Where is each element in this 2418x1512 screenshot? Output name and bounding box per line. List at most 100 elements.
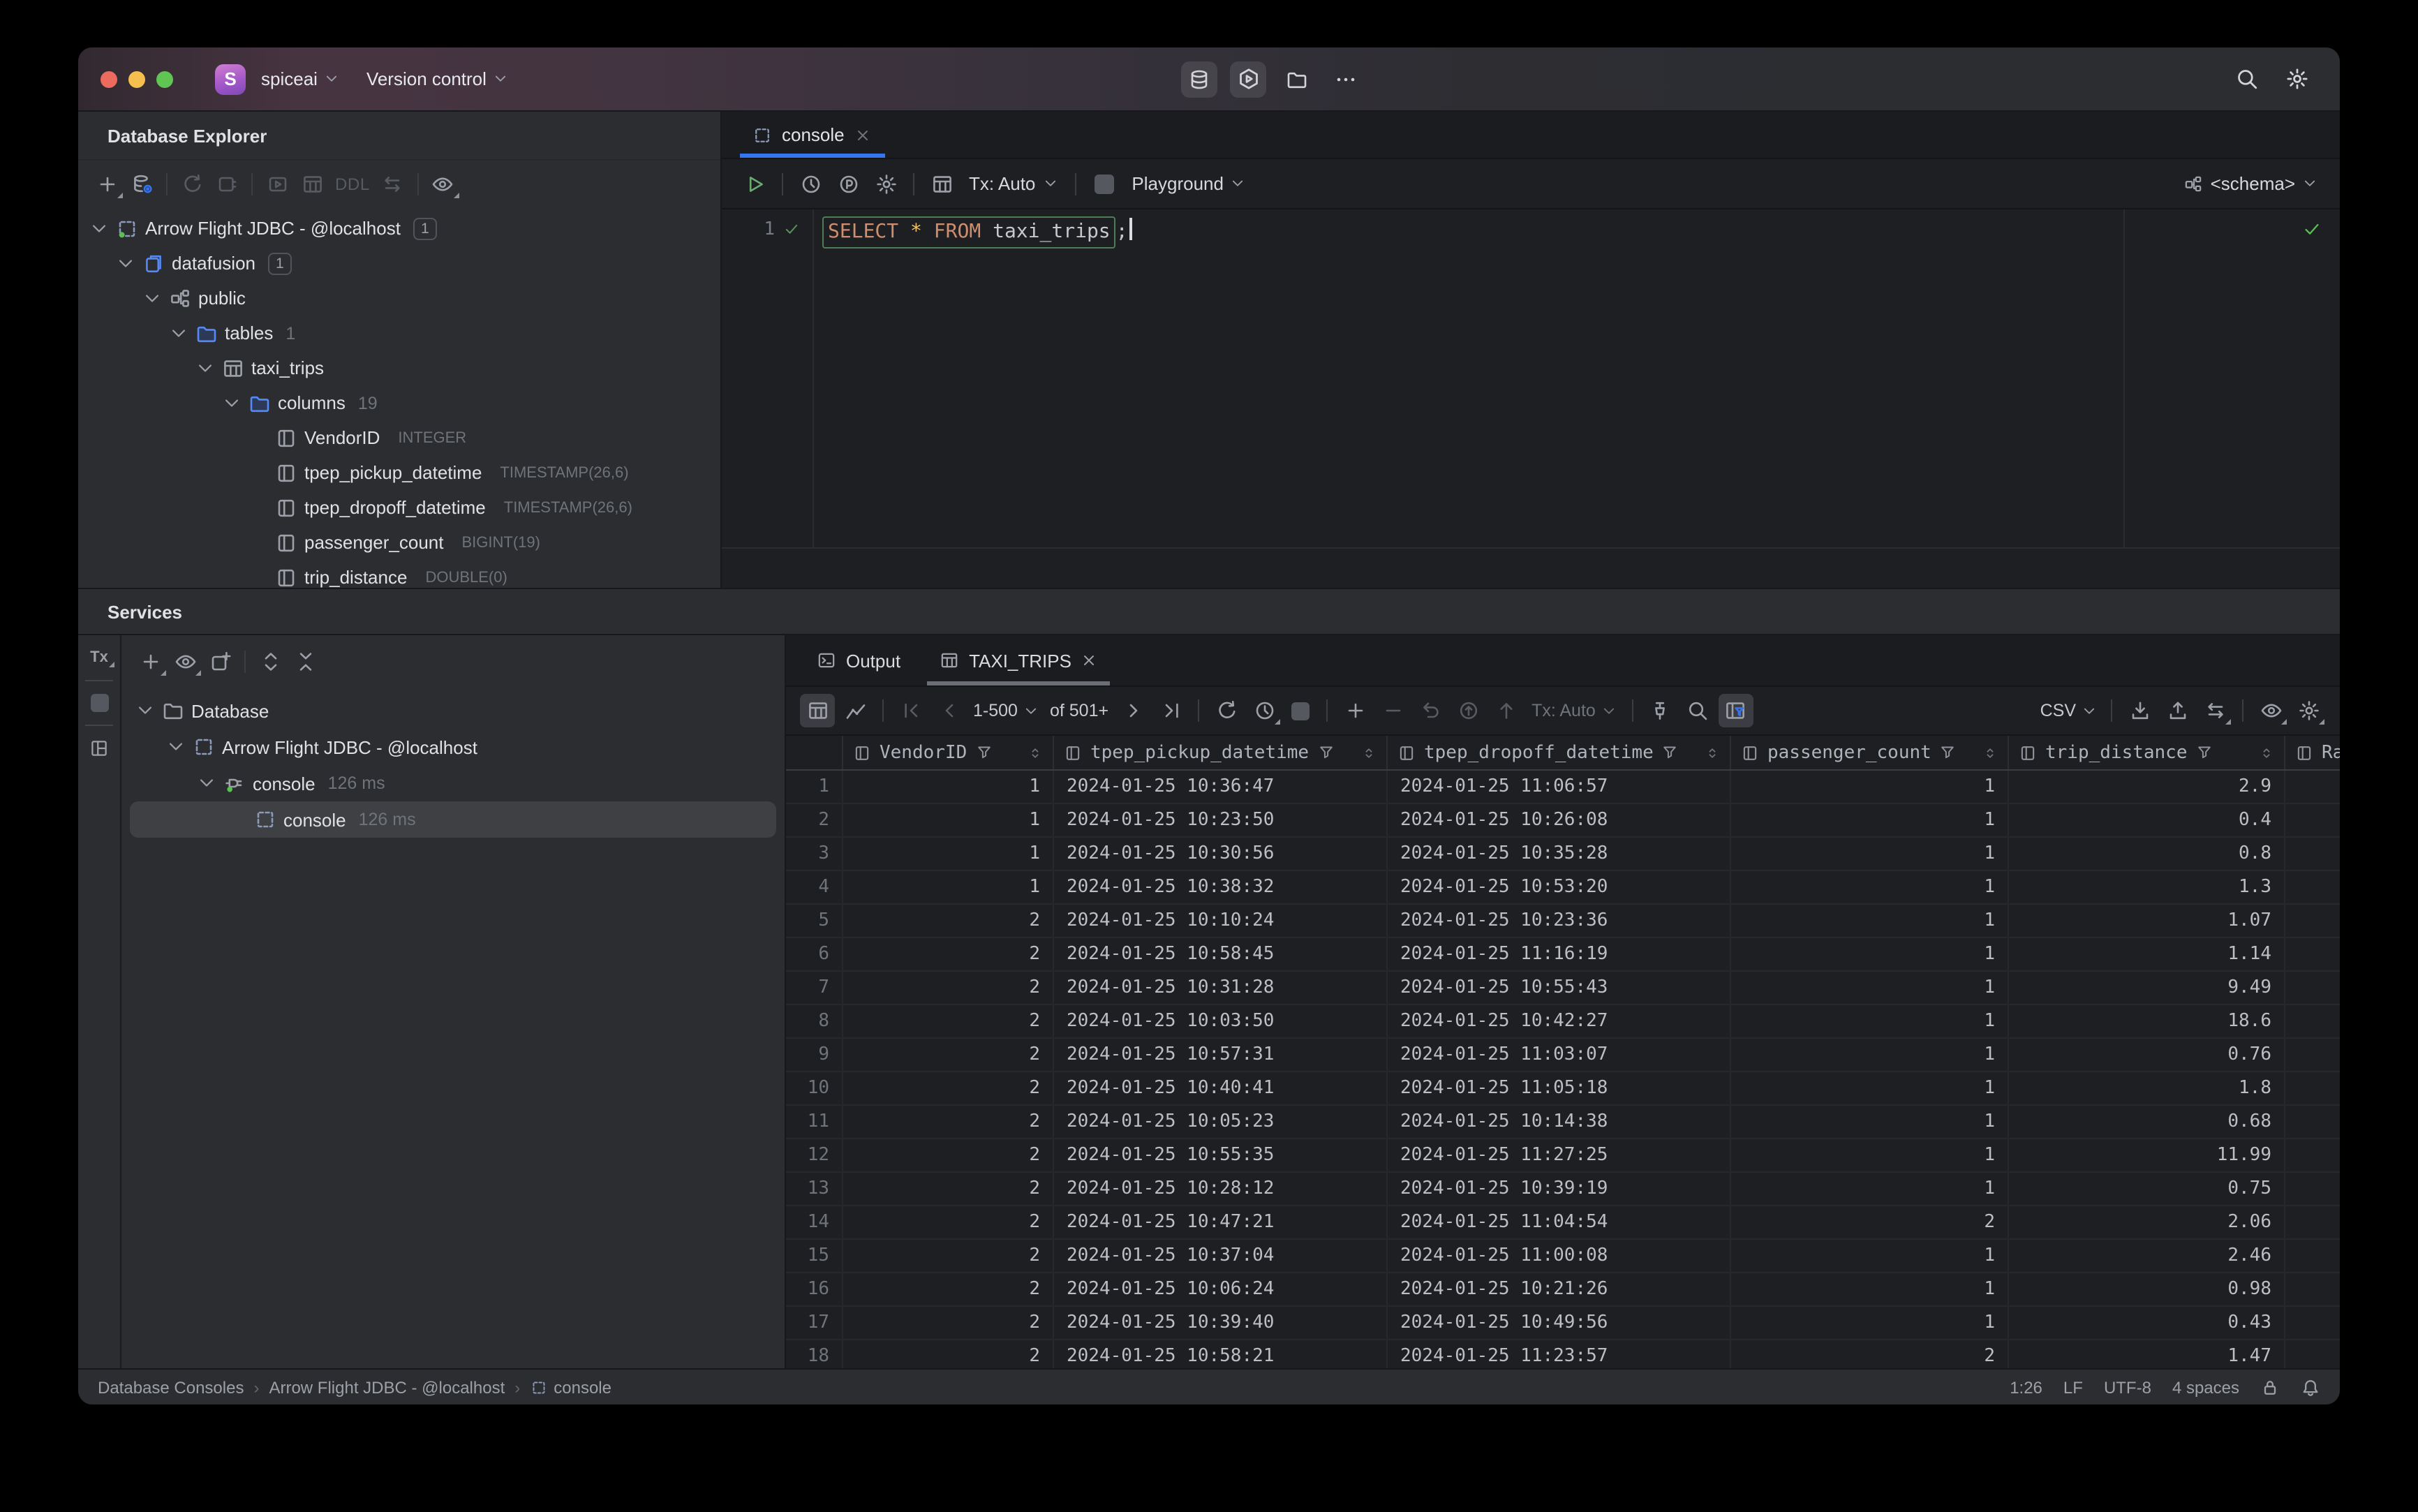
query-history-button[interactable]	[793, 167, 828, 200]
cell-passenger_count[interactable]: 1	[1731, 804, 2009, 836]
column-header-trip_distance[interactable]: trip_distance	[2009, 736, 2285, 769]
cell-tpep_dropoff_datetime[interactable]: 2024-01-25 10:35:28	[1388, 838, 1731, 870]
cell-trip_distance[interactable]: 0.8	[2009, 838, 2285, 870]
breadcrumb-database-consoles[interactable]: Database Consoles	[98, 1377, 244, 1397]
revert-button[interactable]	[1413, 694, 1448, 727]
services-tree-item[interactable]: Database	[130, 692, 776, 729]
cell-trip_distance[interactable]: 1.3	[2009, 871, 2285, 903]
cell-tpep_pickup_datetime[interactable]: 2024-01-25 10:10:24	[1054, 905, 1388, 937]
view-options-button[interactable]	[168, 645, 202, 679]
table-row[interactable]: 15 2 2024-01-25 10:37:04 2024-01-25 11:00:0…	[786, 1240, 2340, 1273]
db-tree-item[interactable]: tpep_dropoff_datetime TIMESTAMP(26,6)	[78, 490, 720, 525]
cell-Rate[interactable]	[2285, 1072, 2340, 1104]
cell-VendorID[interactable]: 2	[843, 1106, 1054, 1138]
compare-data-button[interactable]	[2197, 694, 2232, 727]
breadcrumb-datasource[interactable]: Arrow Flight JDBC - @localhost	[269, 1377, 505, 1397]
cell-tpep_dropoff_datetime[interactable]: 2024-01-25 10:55:43	[1388, 972, 1731, 1004]
table-row[interactable]: 8 2 2024-01-25 10:03:50 2024-01-25 10:42:27…	[786, 1005, 2340, 1039]
add-datasource-button[interactable]	[89, 167, 124, 200]
editor-content[interactable]: 1 SELECT * FROM taxi_trips;	[722, 209, 2340, 588]
cell-tpep_dropoff_datetime[interactable]: 2024-01-25 10:21:26	[1388, 1273, 1731, 1305]
table-row[interactable]: 12 2 2024-01-25 10:55:35 2024-01-25 11:27:2…	[786, 1139, 2340, 1173]
table-row[interactable]: 6 2 2024-01-25 10:58:45 2024-01-25 11:16:19…	[786, 938, 2340, 972]
cell-tpep_pickup_datetime[interactable]: 2024-01-25 10:58:21	[1054, 1340, 1388, 1368]
filter-icon[interactable]	[1940, 744, 1957, 761]
table-row[interactable]: 3 1 2024-01-25 10:30:56 2024-01-25 10:35:28…	[786, 838, 2340, 871]
cell-VendorID[interactable]: 2	[843, 938, 1054, 970]
table-row[interactable]: 11 2 2024-01-25 10:05:23 2024-01-25 10:14:3…	[786, 1106, 2340, 1139]
table-row[interactable]: 16 2 2024-01-25 10:06:24 2024-01-25 10:21:2…	[786, 1273, 2340, 1307]
view-options-button[interactable]	[426, 167, 461, 200]
table-row[interactable]: 10 2 2024-01-25 10:40:41 2024-01-25 11:05:1…	[786, 1072, 2340, 1106]
cell-VendorID[interactable]: 1	[843, 804, 1054, 836]
cell-Rate[interactable]	[2285, 871, 2340, 903]
last-page-button[interactable]	[1153, 694, 1188, 727]
table-row[interactable]: 13 2 2024-01-25 10:28:12 2024-01-25 10:39:1…	[786, 1173, 2340, 1206]
cell-trip_distance[interactable]: 9.49	[2009, 972, 2285, 1004]
refresh-button[interactable]	[175, 167, 209, 200]
run-script-button[interactable]	[260, 167, 295, 200]
table-row[interactable]: 4 1 2024-01-25 10:38:32 2024-01-25 10:53:20…	[786, 871, 2340, 905]
open-in-new-tab-button[interactable]	[202, 645, 237, 679]
cell-passenger_count[interactable]: 1	[1731, 1039, 2009, 1071]
cell-tpep_dropoff_datetime[interactable]: 2024-01-25 11:16:19	[1388, 938, 1731, 970]
session-selector[interactable]: Playground	[1132, 173, 1246, 194]
jump-to-console-button[interactable]	[209, 167, 244, 200]
collapse-all-button[interactable]	[288, 645, 322, 679]
sort-icon[interactable]	[1982, 745, 1998, 760]
inspection-ok-icon[interactable]	[2302, 219, 2322, 239]
cell-VendorID[interactable]: 2	[843, 1307, 1054, 1339]
delete-row-button[interactable]	[1375, 694, 1410, 727]
tab-console[interactable]: console	[740, 112, 885, 158]
cell-passenger_count[interactable]: 1	[1731, 972, 2009, 1004]
cell-tpep_pickup_datetime[interactable]: 2024-01-25 10:55:35	[1054, 1139, 1388, 1171]
filter-panel-toggle[interactable]	[1718, 694, 1753, 727]
close-window-button[interactable]	[101, 71, 117, 87]
cell-passenger_count[interactable]: 2	[1731, 1340, 2009, 1368]
cell-tpep_dropoff_datetime[interactable]: 2024-01-25 11:03:07	[1388, 1039, 1731, 1071]
sort-icon[interactable]	[1028, 745, 1043, 760]
cell-trip_distance[interactable]: 1.8	[2009, 1072, 2285, 1104]
cell-Rate[interactable]	[2285, 771, 2340, 803]
cell-trip_distance[interactable]: 0.98	[2009, 1273, 2285, 1305]
chevron-down-icon[interactable]	[166, 737, 186, 757]
cell-VendorID[interactable]: 2	[843, 1072, 1054, 1104]
cell-tpep_pickup_datetime[interactable]: 2024-01-25 10:47:21	[1054, 1206, 1388, 1238]
indent-setting[interactable]: 4 spaces	[2172, 1377, 2239, 1397]
cell-tpep_pickup_datetime[interactable]: 2024-01-25 10:37:04	[1054, 1240, 1388, 1272]
close-tab-icon[interactable]	[854, 126, 871, 143]
db-tree-item[interactable]: tpep_pickup_datetime TIMESTAMP(26,6)	[78, 455, 720, 490]
grid-tx-selector[interactable]: Tx: Auto	[1531, 701, 1617, 720]
datasource-properties-button[interactable]	[124, 167, 159, 200]
vcs-menu[interactable]: Version control	[366, 68, 509, 89]
cell-passenger_count[interactable]: 1	[1731, 1106, 2009, 1138]
cell-trip_distance[interactable]: 0.43	[2009, 1307, 2285, 1339]
cell-passenger_count[interactable]: 1	[1731, 1139, 2009, 1171]
add-service-button[interactable]	[133, 645, 168, 679]
cell-Rate[interactable]	[2285, 972, 2340, 1004]
cell-passenger_count[interactable]: 1	[1731, 905, 2009, 937]
settings-button[interactable]	[2285, 67, 2309, 91]
first-page-button[interactable]	[893, 694, 928, 727]
lock-icon[interactable]	[2260, 1377, 2280, 1397]
stop-process-button[interactable]	[90, 694, 108, 712]
auto-refresh-button[interactable]	[1247, 694, 1282, 727]
cell-tpep_dropoff_datetime[interactable]: 2024-01-25 11:00:08	[1388, 1240, 1731, 1272]
search-everywhere-button[interactable]	[2235, 67, 2259, 91]
column-header-tpep_pickup_datetime[interactable]: tpep_pickup_datetime	[1054, 736, 1388, 769]
tab-taxi-trips[interactable]: TAXI_TRIPS	[927, 635, 1111, 685]
stop-query-button[interactable]	[1291, 702, 1310, 720]
more-tools-button[interactable]	[1328, 61, 1364, 97]
cell-VendorID[interactable]: 2	[843, 1139, 1054, 1171]
table-row[interactable]: 18 2 2024-01-25 10:58:21 2024-01-25 11:23:5…	[786, 1340, 2340, 1368]
console-settings-button[interactable]	[868, 167, 903, 200]
table-row[interactable]: 2 1 2024-01-25 10:23:50 2024-01-25 10:26:08…	[786, 804, 2340, 838]
cell-tpep_dropoff_datetime[interactable]: 2024-01-25 10:53:20	[1388, 871, 1731, 903]
parameters-button[interactable]	[831, 167, 866, 200]
cell-Rate[interactable]	[2285, 1206, 2340, 1238]
cell-passenger_count[interactable]: 1	[1731, 838, 2009, 870]
services-tree-item[interactable]: console 126 ms	[130, 801, 776, 838]
cell-VendorID[interactable]: 2	[843, 1005, 1054, 1037]
data-grid[interactable]: VendorID tpep_pickup_datetime tpep_dropoff…	[786, 736, 2340, 1368]
cell-VendorID[interactable]: 2	[843, 1173, 1054, 1205]
